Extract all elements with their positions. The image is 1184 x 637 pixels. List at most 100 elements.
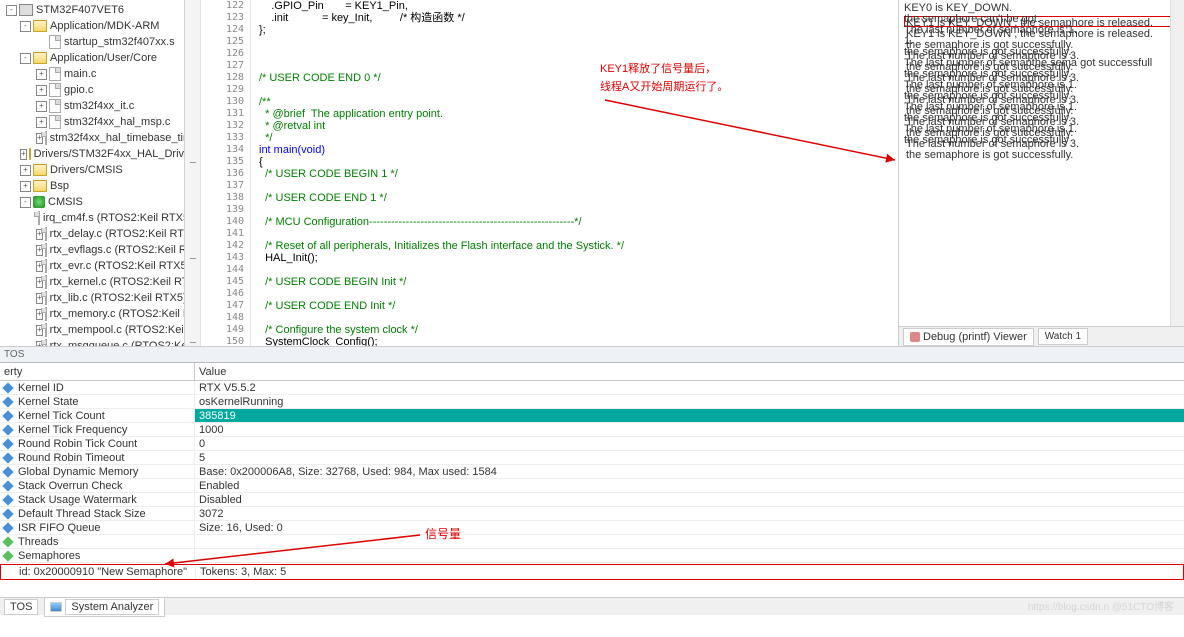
tree-item-label: stm32f4xx_hal_timebase_tim.c (50, 131, 185, 145)
annotation-semaphore: 信号量 (425, 525, 461, 542)
diamond-icon (2, 452, 13, 463)
property-row[interactable]: Stack Overrun CheckEnabled (0, 479, 1184, 493)
tree-item[interactable]: +Drivers/STM32F4xx_HAL_Driver (0, 146, 184, 162)
diamond-icon (2, 410, 13, 421)
tree-item-label: Drivers/STM32F4xx_HAL_Driver (34, 147, 185, 161)
tree-item[interactable]: +Drivers/CMSIS (0, 162, 184, 178)
property-row[interactable]: Round Robin Timeout 5 (0, 451, 1184, 465)
tree-item-label: rtx_evr.c (RTOS2:Keil RTX5) (50, 259, 185, 273)
file-icon (49, 99, 61, 113)
code-editor[interactable]: 1221231241251261271281291301311321331341… (185, 0, 898, 346)
tree-item-label: rtx_mempool.c (RTOS2:Keil RTX (50, 323, 185, 337)
chip-icon (19, 4, 33, 16)
tree-item[interactable]: +rtx_msgqueue.c (RTOS2:Keil RT (0, 338, 184, 346)
tree-item-label: rtx_kernel.c (RTOS2:Keil RTX5) (50, 275, 185, 289)
tree-item[interactable]: -Application/User/Core (0, 50, 184, 66)
tab-rtos[interactable]: TOS (4, 599, 38, 615)
property-header: ertyValue (0, 363, 1184, 381)
tree-item[interactable]: +stm32f4xx_it.c (0, 98, 184, 114)
property-value: Base: 0x200006A8, Size: 32768, Used: 984… (195, 465, 1184, 478)
tree-item[interactable]: +stm32f4xx_hal_timebase_tim.c (0, 130, 184, 146)
property-row[interactable]: Round Robin Tick Count0 (0, 437, 1184, 451)
tab-system-analyzer[interactable]: System Analyzer (44, 597, 165, 617)
property-row[interactable]: Threads (0, 535, 1184, 549)
tree-item[interactable]: +rtx_kernel.c (RTOS2:Keil RTX5) (0, 274, 184, 290)
debug-output-pane: KEY0 is KEY_DOWN.the semaphore can't be … (898, 0, 1184, 346)
diamond-icon (2, 382, 13, 393)
property-row[interactable]: Kernel StateosKernelRunning (0, 395, 1184, 409)
property-key: Round Robin Tick Count (18, 437, 137, 451)
property-row[interactable]: Kernel Tick Frequency1000 (0, 423, 1184, 437)
tree-item-label: irq_cm4f.s (RTOS2:Keil RTX5) (43, 211, 185, 225)
project-tree[interactable]: -STM32F407VET6-Application/MDK-ARMstartu… (0, 0, 185, 346)
diamond-icon (2, 438, 13, 449)
diamond-icon (2, 536, 13, 547)
tree-item-label: CMSIS (48, 195, 83, 209)
diamond-icon (2, 508, 13, 519)
property-key: Semaphores (18, 549, 80, 563)
property-row[interactable]: Stack Usage WatermarkDisabled (0, 493, 1184, 507)
file-icon (45, 259, 47, 273)
property-value: 3072 (195, 507, 1184, 520)
property-key: Threads (18, 535, 58, 549)
tree-item[interactable]: startup_stm32f407xx.s (0, 34, 184, 50)
property-value: 385819 (195, 409, 1184, 422)
semaphore-row[interactable]: id: 0x20000910 "New Semaphore" Tokens: 3… (0, 564, 1184, 580)
tree-item[interactable]: +rtx_delay.c (RTOS2:Keil RTX5) (0, 226, 184, 242)
property-key: Stack Usage Watermark (18, 493, 137, 507)
tree-item-label: Application/MDK-ARM (50, 19, 159, 33)
watermark: https://blog.csdn.n @51CTO博客 (1028, 598, 1174, 613)
tab-debug-printf[interactable]: Debug (printf) Viewer (903, 328, 1034, 346)
tree-item[interactable]: +Bsp (0, 178, 184, 194)
tree-item[interactable]: -STM32F407VET6 (0, 2, 184, 18)
property-row[interactable]: Global Dynamic MemoryBase: 0x200006A8, S… (0, 465, 1184, 479)
file-icon (49, 35, 61, 49)
property-row[interactable]: Default Thread Stack Size 3072 (0, 507, 1184, 521)
tree-item-label: stm32f4xx_hal_msp.c (64, 115, 170, 129)
tree-item[interactable]: +stm32f4xx_hal_msp.c (0, 114, 184, 130)
tree-item[interactable]: -Application/MDK-ARM (0, 18, 184, 34)
property-row[interactable]: Kernel IDRTX V5.5.2 (0, 381, 1184, 395)
tree-item-label: rtx_msgqueue.c (RTOS2:Keil RT (50, 339, 185, 346)
property-value (195, 535, 1184, 548)
file-icon (45, 323, 47, 337)
file-icon (45, 291, 47, 305)
tree-item[interactable]: +gpio.c (0, 82, 184, 98)
file-icon (49, 115, 61, 129)
file-icon (49, 67, 61, 81)
property-value: 5 (195, 451, 1184, 464)
file-icon (49, 83, 61, 97)
property-key: Round Robin Timeout (18, 451, 124, 465)
tree-item[interactable]: +main.c (0, 66, 184, 82)
folder-icon (33, 20, 47, 32)
tree-item[interactable]: +rtx_memory.c (RTOS2:Keil RTX5) (0, 306, 184, 322)
tree-item[interactable]: -CMSIS (0, 194, 184, 210)
property-key: Kernel Tick Frequency (18, 423, 127, 437)
tree-item-label: rtx_evflags.c (RTOS2:Keil RTX5) (50, 243, 185, 257)
tree-item-label: rtx_delay.c (RTOS2:Keil RTX5) (50, 227, 185, 241)
property-row[interactable]: Kernel Tick Count 385819 (0, 409, 1184, 423)
rtos-panel-title: TOS (0, 347, 1184, 363)
property-key: Default Thread Stack Size (18, 507, 146, 521)
cmsis-icon (33, 196, 45, 208)
tree-item[interactable]: irq_cm4f.s (RTOS2:Keil RTX5) (0, 210, 184, 226)
tree-item[interactable]: +rtx_mempool.c (RTOS2:Keil RTX (0, 322, 184, 338)
folder-icon (29, 148, 31, 160)
property-value: Size: 16, Used: 0 (195, 521, 1184, 534)
tree-item-label: Application/User/Core (50, 51, 157, 65)
tree-item-label: main.c (64, 67, 96, 81)
tree-item[interactable]: +rtx_evflags.c (RTOS2:Keil RTX5) (0, 242, 184, 258)
file-icon (45, 131, 47, 145)
property-row[interactable]: Semaphores (0, 549, 1184, 563)
property-key: ISR FIFO Queue (18, 521, 101, 535)
tab-watch1[interactable]: Watch 1 (1038, 328, 1088, 345)
tree-item-label: STM32F407VET6 (36, 3, 124, 17)
tree-item[interactable]: +rtx_evr.c (RTOS2:Keil RTX5) (0, 258, 184, 274)
property-key: Stack Overrun Check (18, 479, 123, 493)
scrollbar-v[interactable] (1170, 0, 1184, 326)
file-icon (45, 339, 47, 346)
property-key: Kernel Tick Count (18, 409, 105, 423)
tree-item[interactable]: +rtx_lib.c (RTOS2:Keil RTX5) (0, 290, 184, 306)
diamond-icon (2, 396, 13, 407)
property-row[interactable]: ISR FIFO Queue Size: 16, Used: 0 (0, 521, 1184, 535)
